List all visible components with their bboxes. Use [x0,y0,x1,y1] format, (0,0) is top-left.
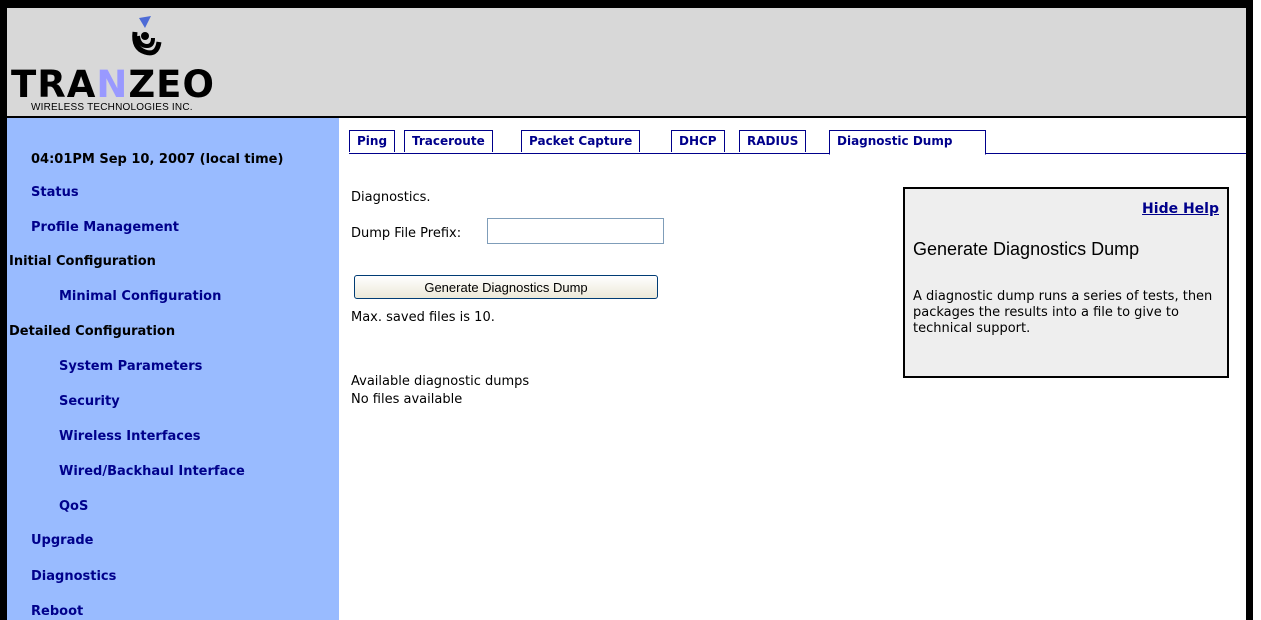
sidebar-section-detailed-configuration: Detailed Configuration [9,324,176,339]
tab-packet-capture[interactable]: Packet Capture [521,130,641,152]
sidebar-item-wireless-interfaces[interactable]: Wireless Interfaces [59,429,201,444]
hide-help-link[interactable]: Hide Help [1142,201,1219,217]
help-body: A diagnostic dump runs a series of tests… [913,289,1213,336]
sidebar-item-upgrade[interactable]: Upgrade [31,533,93,548]
antenna-logo-icon [132,16,162,56]
main-content: Ping Traceroute Packet Capture DHCP RADI… [339,118,1246,620]
section-heading: Diagnostics. [351,190,431,205]
help-title: Generate Diagnostics Dump [913,239,1140,259]
tranzeo-logo: TRANZEO WIRELESS TECHNOLOGIES INC. [9,14,279,114]
sidebar: 04:01PM Sep 10, 2007 (local time) Status… [7,118,339,620]
available-dumps-status: No files available [351,392,463,407]
max-files-note: Max. saved files is 10. [351,310,495,325]
tab-radius[interactable]: RADIUS [739,130,807,152]
sidebar-item-minimal-configuration[interactable]: Minimal Configuration [59,289,221,304]
sidebar-item-security[interactable]: Security [59,394,120,409]
diagnostics-tab-bar: Ping Traceroute Packet Capture DHCP RADI… [349,130,1246,155]
sidebar-item-qos[interactable]: QoS [59,499,88,514]
local-time-clock: 04:01PM Sep 10, 2007 (local time) [31,152,284,167]
tab-ping[interactable]: Ping [349,130,396,152]
sidebar-item-profile-management[interactable]: Profile Management [31,220,179,235]
available-dumps-title: Available diagnostic dumps [351,374,530,389]
help-panel: Hide Help Generate Diagnostics Dump A di… [903,187,1229,378]
tab-diagnostic-dump[interactable]: Diagnostic Dump [829,130,986,155]
sidebar-item-status[interactable]: Status [31,185,79,200]
app-frame: TRANZEO WIRELESS TECHNOLOGIES INC. 04:01… [0,0,1253,620]
sidebar-item-diagnostics[interactable]: Diagnostics [31,569,116,584]
prefix-label: Dump File Prefix: [351,226,462,241]
generate-diagnostics-dump-button[interactable]: Generate Diagnostics Dump [354,275,658,299]
sidebar-item-reboot[interactable]: Reboot [31,604,83,619]
sidebar-item-system-parameters[interactable]: System Parameters [59,359,202,374]
logo-subtitle: WIRELESS TECHNOLOGIES INC. [31,102,193,113]
sidebar-item-wired-backhaul-interface[interactable]: Wired/Backhaul Interface [59,464,245,479]
header-banner: TRANZEO WIRELESS TECHNOLOGIES INC. [7,8,1246,118]
tab-dhcp[interactable]: DHCP [671,130,725,152]
tab-traceroute[interactable]: Traceroute [404,130,493,152]
sidebar-section-initial-configuration: Initial Configuration [9,254,156,269]
logo-wordmark: TRANZEO [11,63,215,106]
dump-file-prefix-input[interactable] [487,218,664,244]
